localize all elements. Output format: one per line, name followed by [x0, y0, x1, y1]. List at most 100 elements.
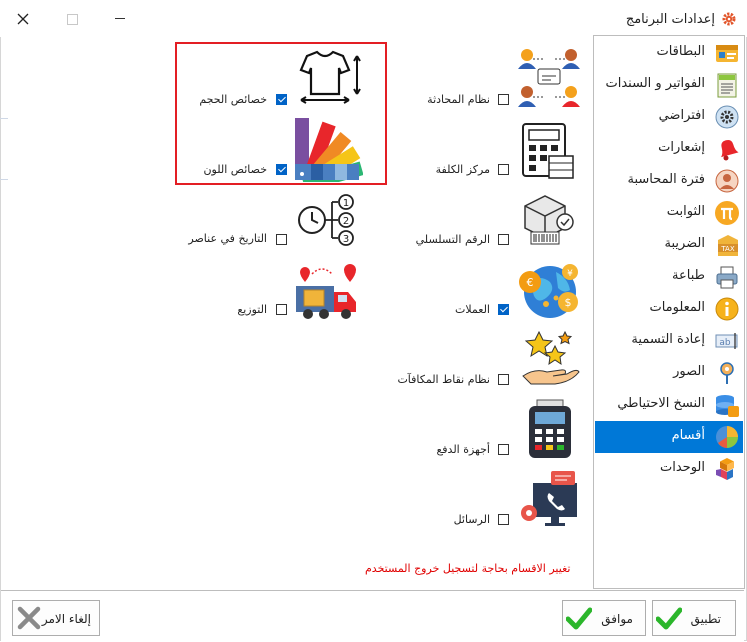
sidebar-item-print[interactable]: طباعة: [595, 261, 743, 293]
logout-required-note: تغيير الاقسام بحاجة لتسجيل خروج المستخدم: [365, 562, 571, 575]
cancel-button[interactable]: إلغاء الامر: [12, 600, 100, 636]
sidebar-item-label: افتراضي: [658, 108, 705, 123]
accounting-period-icon: [714, 168, 740, 194]
sidebar-item-notifications[interactable]: إشعارات: [595, 133, 743, 165]
svg-text:$: $: [565, 296, 572, 309]
checkmark-icon: [565, 606, 593, 633]
currencies-checkbox[interactable]: [498, 304, 509, 315]
color-properties-label: خصائص اللون: [203, 163, 267, 176]
sidebar-item-label: الضريبة: [664, 236, 705, 251]
default-gear-icon: [714, 104, 740, 130]
tax-icon: TAX: [714, 232, 740, 258]
distribution-checkbox[interactable]: [276, 304, 287, 315]
chat-system-checkbox[interactable]: [498, 94, 509, 105]
sidebar-item-units[interactable]: الوحدات: [595, 453, 743, 485]
cancel-button-label: إلغاء الامر: [41, 612, 91, 626]
checkmark-icon: [655, 606, 683, 633]
sidebar-item-label: إشعارات: [658, 140, 705, 155]
sidebar-item-default[interactable]: افتراضي: [595, 101, 743, 133]
currencies-label: العملات: [455, 303, 490, 316]
sections-pie-icon: [714, 424, 740, 450]
sidebar-item-cards[interactable]: البطاقات: [595, 37, 743, 69]
title-bar: إعدادات البرنامج: [0, 0, 747, 37]
sidebar-item-label: الصور: [673, 364, 705, 379]
serial-number-label: الرقم التسلسلي: [415, 233, 490, 246]
ok-button[interactable]: موافق: [562, 600, 646, 636]
button-bar: تطبيق موافق إلغاء الامر: [1, 590, 744, 641]
settings-sidebar: البطاقات الفواتير و السندات افتراضي إشعا…: [593, 35, 745, 589]
apply-button[interactable]: تطبيق: [652, 600, 736, 636]
rewards-checkbox[interactable]: [498, 374, 509, 385]
sidebar-item-label: أقسام: [671, 428, 705, 443]
sidebar-item-label: الثوابت: [666, 204, 705, 219]
color-properties-checkbox[interactable]: [276, 164, 287, 175]
rewards-label: نظام نقاط المكافآت: [397, 373, 490, 386]
cost-center-label: مركز الكلفة: [435, 163, 490, 176]
sidebar-item-label: الوحدات: [660, 460, 705, 475]
date-in-items-label: التاريخ في عناصر: [188, 232, 267, 245]
units-cubes-icon: [714, 456, 740, 482]
payment-devices-checkbox[interactable]: [498, 444, 509, 455]
window-title: إعدادات البرنامج: [625, 12, 715, 27]
sidebar-item-sections[interactable]: أقسام: [595, 421, 743, 453]
barcode-box-icon: [521, 192, 577, 248]
color-fan-icon: [293, 116, 364, 192]
stars-hand-icon: [519, 328, 581, 388]
minimize-icon[interactable]: [115, 18, 125, 19]
chat-system-label: نظام المحادثة: [427, 93, 490, 106]
sidebar-item-backup[interactable]: النسخ الاحتياطي: [595, 389, 743, 421]
svg-text:3: 3: [343, 234, 349, 245]
info-icon: [714, 296, 740, 322]
sidebar-item-label: الفواتير و السندات: [605, 76, 706, 91]
messages-checkbox[interactable]: [498, 514, 509, 525]
distribution-label: التوزيع: [237, 303, 267, 316]
size-properties-checkbox[interactable]: [276, 94, 287, 105]
backup-icon: [714, 392, 740, 418]
bills-icon: [714, 72, 740, 98]
tshirt-size-icon: [293, 48, 373, 110]
svg-text:ab: ab: [719, 338, 731, 348]
background-strip: [0, 118, 8, 180]
sidebar-item-label: البطاقات: [656, 44, 705, 59]
size-properties-label: خصائص الحجم: [199, 93, 267, 106]
apply-button-label: تطبيق: [690, 612, 721, 626]
sidebar-item-bills[interactable]: الفواتير و السندات: [595, 69, 743, 101]
close-icon[interactable]: [14, 10, 32, 28]
gear-icon: [721, 11, 737, 27]
svg-text:¥: ¥: [567, 269, 573, 279]
globe-currency-icon: € ¥ $: [516, 260, 582, 322]
svg-text:€: €: [527, 276, 534, 289]
maximize-icon[interactable]: [67, 14, 78, 25]
sidebar-item-images[interactable]: الصور: [595, 357, 743, 389]
svg-text:2: 2: [343, 216, 349, 227]
sidebar-item-rename[interactable]: إعادة التسمية ab: [595, 325, 743, 357]
printer-icon: [714, 264, 740, 290]
serial-number-checkbox[interactable]: [498, 234, 509, 245]
pos-terminal-icon: [525, 398, 575, 460]
image-icon: [714, 360, 740, 386]
svg-text:1: 1: [343, 198, 349, 209]
messages-label: الرسائل: [453, 513, 490, 526]
ok-button-label: موافق: [601, 612, 633, 626]
rename-icon: ab: [714, 328, 740, 354]
monitor-phone-icon: [515, 469, 581, 529]
sidebar-item-label: طباعة: [672, 268, 705, 283]
sidebar-item-constants[interactable]: الثوابت: [595, 197, 743, 229]
svg-text:TAX: TAX: [720, 245, 735, 253]
sidebar-item-info[interactable]: المعلومات: [595, 293, 743, 325]
cancel-x-icon: [16, 606, 42, 633]
cost-center-checkbox[interactable]: [498, 164, 509, 175]
chat-people-icon: [515, 45, 583, 111]
sidebar-item-label: إعادة التسمية: [631, 332, 705, 347]
bell-icon: [714, 136, 740, 162]
date-in-items-checkbox[interactable]: [276, 234, 287, 245]
calculator-icon: [521, 122, 577, 180]
clock-steps-icon: 1 2 3: [296, 192, 358, 248]
delivery-truck-icon: [292, 260, 360, 322]
sidebar-item-accounting-period[interactable]: فترة المحاسبة: [595, 165, 743, 197]
sidebar-item-label: النسخ الاحتياطي: [617, 396, 705, 411]
sidebar-item-label: المعلومات: [649, 300, 705, 315]
payment-devices-label: أجهزة الدفع: [436, 443, 490, 456]
sidebar-item-tax[interactable]: الضريبة TAX: [595, 229, 743, 261]
sidebar-item-label: فترة المحاسبة: [627, 172, 705, 187]
